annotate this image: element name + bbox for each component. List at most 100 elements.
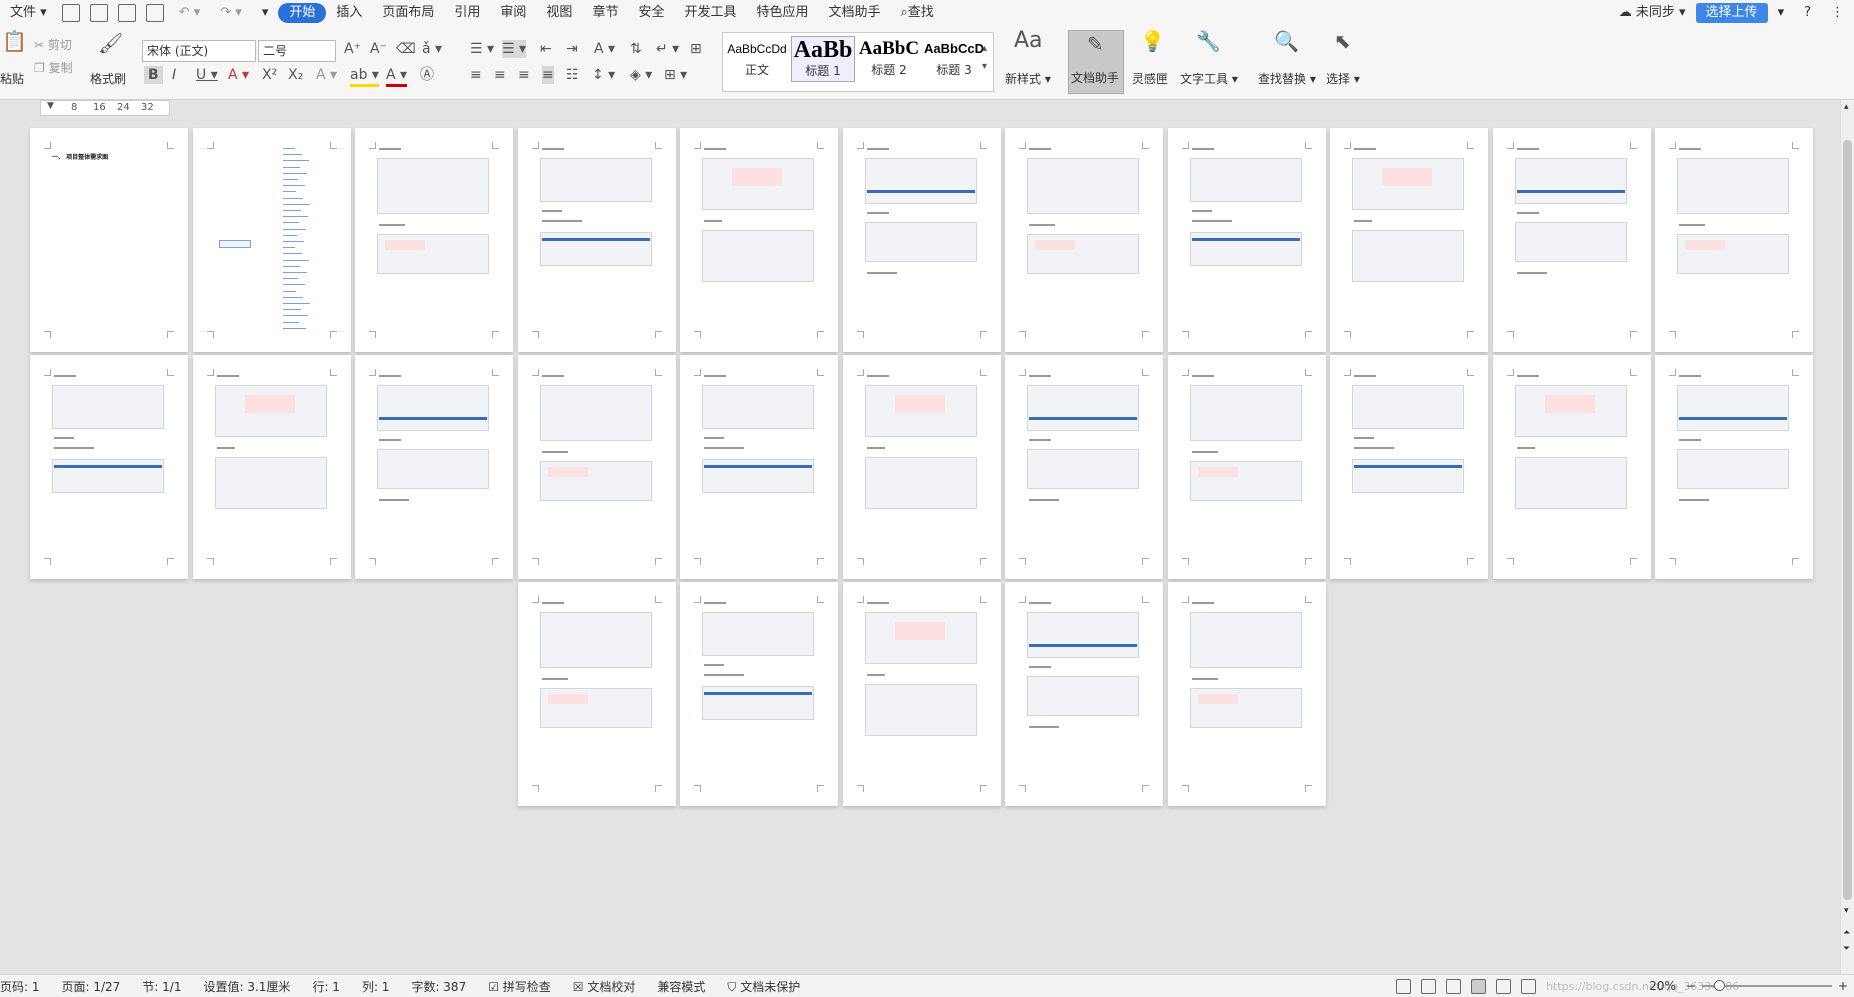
zoom-in-icon[interactable]: + (1838, 979, 1848, 993)
italic-icon[interactable]: I (172, 66, 176, 84)
zoom-slider[interactable] (1701, 980, 1832, 991)
align-left-icon[interactable]: ≡ (470, 66, 482, 84)
increase-indent-icon[interactable]: ⇥ (566, 40, 578, 58)
page-view-icon[interactable] (1471, 978, 1487, 994)
page-thumbnail[interactable] (192, 355, 351, 579)
page-thumbnail[interactable] (1492, 128, 1651, 352)
new-style-icon[interactable]: Aа (1014, 30, 1043, 52)
page-thumbnail[interactable] (1655, 355, 1813, 579)
page-thumbnail[interactable]: 一、 项目整体需求图 (30, 128, 188, 352)
tab-references[interactable]: 引用 (444, 3, 490, 23)
tab-review[interactable]: 审阅 (490, 3, 536, 23)
style-normal[interactable]: AaBbCcDd 正文 (725, 36, 789, 82)
outline-view-icon[interactable] (1496, 978, 1512, 994)
print-icon[interactable] (117, 4, 136, 22)
quick-access-dropdown-icon[interactable]: ▾ (252, 3, 279, 23)
select-icon[interactable]: ⬉ (1334, 31, 1351, 51)
strikethrough-icon[interactable]: A ▾ (228, 66, 249, 84)
doc-assistant-button[interactable]: ✎ 文档助手 (1068, 30, 1124, 94)
page-thumbnail[interactable] (1330, 128, 1488, 352)
format-painter-button[interactable]: 格式刷 (90, 70, 126, 87)
text-direction-icon[interactable]: A ▾ (594, 40, 615, 58)
page-thumbnail[interactable] (680, 355, 838, 579)
inspiration-icon[interactable]: 💡 (1140, 31, 1165, 51)
page-thumbnail[interactable] (680, 582, 838, 806)
borders-icon[interactable]: ⊞ ▾ (664, 66, 687, 84)
page-thumbnail[interactable] (517, 582, 676, 806)
page-thumbnail[interactable] (1167, 355, 1326, 579)
status-word-count[interactable]: 字数: 387 (411, 978, 466, 995)
zoom-slider-knob[interactable] (1713, 980, 1725, 991)
page-thumbnail[interactable] (680, 128, 838, 352)
align-center-icon[interactable]: ≡ (494, 66, 506, 84)
zoom-level[interactable]: 20% (1649, 979, 1676, 993)
page-thumbnail[interactable] (1005, 128, 1163, 352)
style-heading-2[interactable]: AaBbC 标题 2 (857, 36, 921, 82)
align-right-icon[interactable]: ≡ (518, 66, 530, 84)
font-color-icon[interactable]: A ▾ (386, 66, 408, 87)
grow-font-icon[interactable]: A⁺ (344, 40, 361, 58)
style-heading-1[interactable]: AaBb 标题 1 (791, 36, 855, 82)
sort-icon[interactable]: ⇅ (630, 40, 642, 58)
page-thumbnail[interactable] (192, 128, 351, 352)
line-spacing-icon[interactable]: ↕ ▾ (592, 66, 615, 84)
reading-mode-icon[interactable] (1421, 978, 1437, 994)
find-replace-button[interactable]: 查找替换 ▾ (1258, 70, 1316, 87)
underline-icon[interactable]: U ▾ (196, 66, 218, 84)
table-tool-icon[interactable]: ⊞ (690, 40, 702, 58)
sync-status[interactable]: ☁ 未同步 ▾ (1609, 3, 1696, 23)
save-icon[interactable] (61, 4, 80, 22)
page-thumbnail[interactable] (1005, 582, 1163, 806)
new-style-button[interactable]: 新样式 ▾ (1005, 70, 1051, 87)
tab-view[interactable]: 视图 (536, 3, 582, 23)
style-heading-3[interactable]: AaBbCcD 标题 3 (922, 36, 986, 82)
select-button[interactable]: 选择 ▾ (1326, 70, 1360, 87)
doc-proof-button[interactable]: ☒ 文档校对 (573, 978, 636, 995)
page-thumbnail[interactable] (1005, 355, 1163, 579)
tab-home[interactable]: 开始 (278, 3, 327, 23)
undo-icon[interactable]: ↶ ▾ (169, 3, 211, 23)
page-thumbnail[interactable] (1655, 128, 1813, 352)
tab-security[interactable]: 安全 (628, 3, 674, 23)
document-area[interactable]: 一、 项目整体需求图 (0, 116, 1840, 974)
font-name-combo[interactable]: 宋体 (正文) (142, 40, 256, 62)
page-thumbnail[interactable] (1492, 355, 1651, 579)
tab-page-layout[interactable]: 页面布局 (372, 3, 444, 23)
subscript-icon[interactable]: X₂ (288, 66, 303, 84)
inspiration-button[interactable]: 灵感匣 (1132, 70, 1168, 87)
paste-button[interactable]: 粘贴 (0, 70, 24, 87)
prev-page-icon[interactable]: ⏶ (1843, 928, 1850, 938)
superscript-icon[interactable]: X² (262, 66, 277, 84)
page-thumbnail[interactable] (1330, 355, 1488, 579)
status-page-count[interactable]: 页面: 1/27 (62, 978, 121, 995)
page-thumbnail[interactable] (1167, 128, 1326, 352)
phonetic-icon[interactable]: ǎ ▾ (422, 40, 442, 58)
tab-special-apps[interactable]: 特色应用 (746, 3, 818, 23)
web-view-icon[interactable] (1521, 978, 1537, 994)
scroll-down-icon[interactable]: ▾ (1844, 906, 1849, 916)
page-thumbnail[interactable] (842, 128, 1001, 352)
file-menu[interactable]: 文件 ▾ (0, 3, 57, 23)
ruler-indent-marker-icon[interactable]: ▼ (47, 101, 54, 111)
help-button[interactable]: ? (1794, 3, 1821, 23)
decrease-indent-icon[interactable]: ⇤ (540, 40, 552, 58)
text-effect-icon[interactable]: A ▾ (316, 66, 337, 84)
doc-protect-button[interactable]: ⛉ 文档未保护 (727, 978, 800, 995)
justify-icon[interactable]: ≡ (542, 66, 554, 84)
font-size-combo[interactable]: 二号 (258, 40, 336, 62)
next-page-icon[interactable]: ⏷ (1843, 944, 1850, 954)
page-thumbnail[interactable] (842, 355, 1001, 579)
vertical-scrollbar[interactable]: ▴ ▾ ⏶ ⏷ (1840, 100, 1854, 974)
distribute-icon[interactable]: ☷ (566, 66, 579, 84)
numbering-icon[interactable]: ☰ ▾ (502, 40, 527, 58)
cut-button[interactable]: ✂ 剪切 (34, 36, 72, 53)
char-border-icon[interactable]: Ⓐ (420, 66, 434, 84)
zoom-out-icon[interactable]: − (1686, 979, 1696, 993)
print-preview-icon[interactable] (145, 4, 164, 22)
scroll-up-icon[interactable]: ▴ (1844, 102, 1849, 112)
page-thumbnail[interactable] (517, 355, 676, 579)
horizontal-ruler[interactable]: ▼ 8 16 24 32 (40, 100, 170, 116)
paste-icon[interactable]: 📋 (2, 31, 27, 51)
pen-icon[interactable] (1446, 978, 1462, 994)
scrollbar-thumb[interactable] (1843, 140, 1852, 900)
